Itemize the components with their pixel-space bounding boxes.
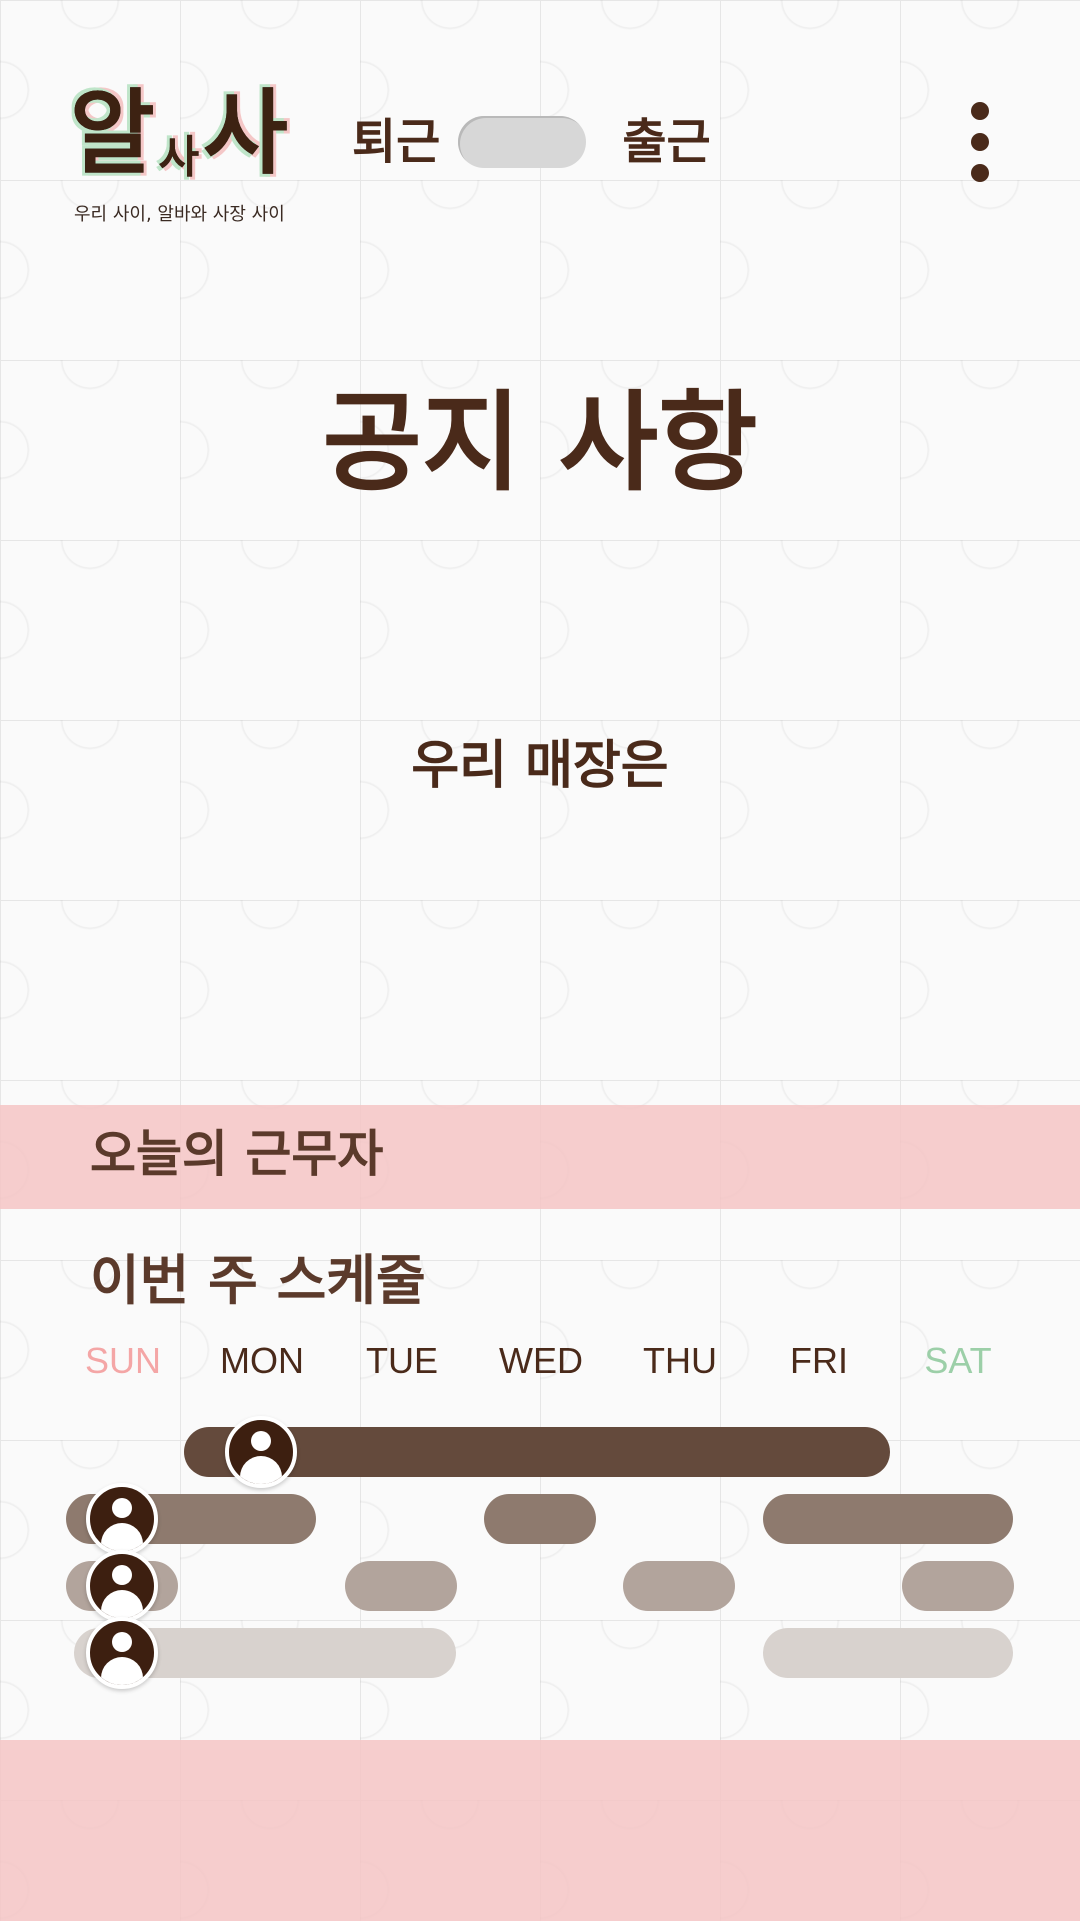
worker-avatar[interactable]	[86, 1617, 158, 1689]
shift-bar[interactable]	[345, 1561, 457, 1611]
day-wed: WED	[499, 1340, 583, 1381]
day-tue: TUE	[366, 1340, 438, 1381]
shift-bar[interactable]	[484, 1494, 596, 1544]
menu-dot	[971, 164, 989, 182]
worker-avatar[interactable]	[86, 1483, 158, 1555]
logo-char-2: 사	[203, 80, 288, 187]
day-mon: MON	[220, 1340, 304, 1381]
today-workers-title: 오늘의 근무자	[90, 1125, 384, 1183]
app-header: 알사사 우리 사이, 알바와 사장 사이 퇴근 출근	[0, 0, 1080, 240]
worker-avatar[interactable]	[86, 1550, 158, 1622]
notice-title: 공지 사항	[322, 381, 758, 506]
shift-bar[interactable]	[902, 1561, 1014, 1611]
day-thu: THU	[643, 1340, 717, 1381]
more-vertical-icon[interactable]	[962, 102, 998, 182]
app-logo[interactable]: 알사사	[70, 88, 288, 198]
work-status-toggle-group: 퇴근 출근	[352, 112, 711, 172]
day-sun: SUN	[84, 1340, 161, 1381]
bottom-pink-band	[0, 1740, 1080, 1921]
clock-out-label: 퇴근	[352, 114, 441, 170]
weekly-schedule-grid	[0, 1400, 1080, 1700]
notice-body: 우리 매장은	[411, 736, 669, 796]
logo-char-small: 사	[158, 132, 200, 183]
logo-tagline: 우리 사이, 알바와 사장 사이	[74, 204, 285, 225]
today-workers-section: 오늘의 근무자	[0, 1105, 1080, 1209]
menu-dot	[971, 133, 989, 151]
work-status-toggle[interactable]	[458, 116, 587, 168]
worker-avatar[interactable]	[225, 1416, 297, 1488]
weekly-schedule-title: 이번 주 스케줄	[90, 1249, 426, 1312]
day-sat: SAT	[924, 1340, 992, 1381]
shift-bar[interactable]	[623, 1561, 735, 1611]
logo-char-1: 알	[70, 80, 155, 187]
clock-in-label: 출근	[622, 114, 711, 170]
weekday-header: SUN MON TUE WED THU FRI SAT	[0, 1343, 1080, 1387]
menu-dot	[971, 102, 989, 120]
shift-bar[interactable]	[763, 1494, 1013, 1544]
day-fri: FRI	[790, 1340, 848, 1381]
shift-bar[interactable]	[763, 1628, 1013, 1678]
